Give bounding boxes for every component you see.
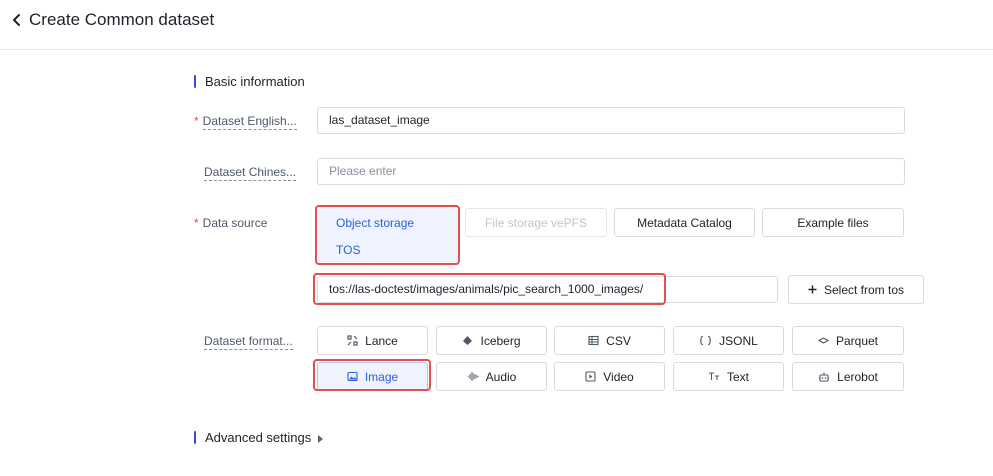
- format-lance-button[interactable]: Lance: [317, 326, 428, 355]
- file-storage-vepfs-button[interactable]: File storage vePFS: [465, 208, 607, 237]
- section-indicator: [194, 75, 196, 88]
- format-video-button[interactable]: Video: [554, 362, 665, 391]
- section-indicator: [194, 431, 196, 444]
- data-source-label: * Data source: [194, 216, 268, 230]
- english-name-label: * Dataset English...: [194, 114, 297, 130]
- format-image-button[interactable]: Image: [317, 362, 428, 391]
- iceberg-icon: [463, 336, 473, 345]
- plus-icon: [808, 285, 817, 294]
- format-jsonl-button[interactable]: JSONL: [673, 326, 784, 355]
- parquet-icon: [817, 337, 829, 344]
- audio-waveform-icon: [467, 371, 479, 382]
- lance-icon: [347, 335, 358, 346]
- chevron-right-icon: [318, 434, 324, 443]
- object-storage-selector[interactable]: Object storage TOS: [318, 207, 458, 262]
- english-name-input[interactable]: las_dataset_image: [317, 107, 905, 134]
- advanced-settings-toggle[interactable]: Advanced settings: [205, 430, 324, 446]
- format-csv-button[interactable]: CSV: [554, 326, 665, 355]
- chinese-name-input[interactable]: Please enter: [317, 158, 905, 185]
- basic-information-title: Basic information: [205, 74, 305, 89]
- example-files-button[interactable]: Example files: [762, 208, 904, 237]
- video-icon: [585, 371, 596, 382]
- tos-option[interactable]: TOS: [336, 243, 360, 257]
- select-from-tos-button[interactable]: Select from tos: [788, 275, 924, 304]
- tos-path-input[interactable]: tos://las-doctest/images/animals/pic_sea…: [317, 276, 778, 303]
- chinese-name-label: Dataset Chines...: [204, 165, 297, 181]
- object-storage-option[interactable]: Object storage: [336, 216, 414, 230]
- back-arrow-icon[interactable]: [11, 13, 23, 27]
- text-icon: [708, 372, 719, 380]
- required-marker: *: [194, 216, 199, 230]
- metadata-catalog-button[interactable]: Metadata Catalog: [614, 208, 755, 237]
- page-title: Create Common dataset: [29, 10, 215, 29]
- image-icon: [347, 371, 358, 382]
- robot-icon: [819, 372, 830, 382]
- required-marker: *: [194, 114, 199, 128]
- format-lerobot-button[interactable]: Lerobot: [792, 362, 904, 391]
- braces-icon: [700, 335, 712, 346]
- dataset-format-label: Dataset format...: [204, 334, 293, 350]
- format-audio-button[interactable]: Audio: [436, 362, 547, 391]
- format-parquet-button[interactable]: Parquet: [792, 326, 904, 355]
- format-text-button[interactable]: Text: [673, 362, 784, 391]
- page-header: Create Common dataset: [0, 0, 993, 50]
- table-icon: [588, 335, 599, 346]
- format-iceberg-button[interactable]: Iceberg: [436, 326, 547, 355]
